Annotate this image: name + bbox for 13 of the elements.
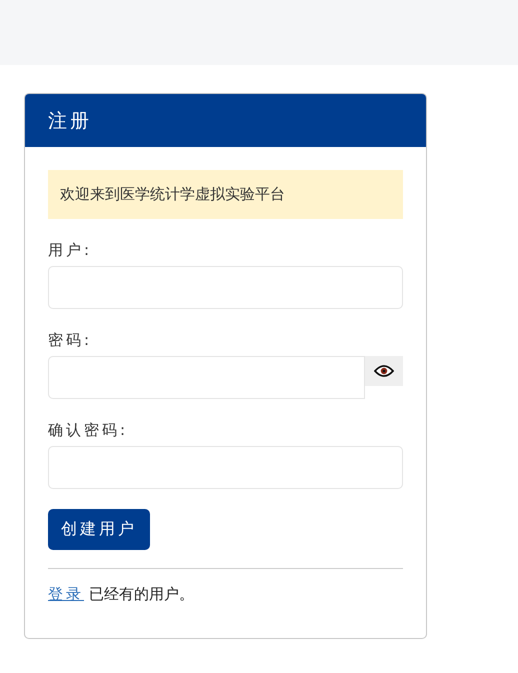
login-link[interactable]: 登录	[48, 585, 84, 604]
show-password-button[interactable]	[365, 356, 403, 386]
password-field[interactable]	[48, 356, 365, 399]
footer-text: 已经有的用户。	[89, 585, 194, 604]
field-label: 用户:	[48, 241, 94, 260]
input-field[interactable]	[48, 266, 403, 309]
eye-icon	[374, 364, 394, 378]
create-user-button[interactable]: 创建用户	[48, 509, 150, 550]
field-label: 密码:	[48, 331, 94, 350]
input-field[interactable]	[48, 446, 403, 489]
card-title: 注册	[48, 108, 92, 134]
welcome-notice: 欢迎来到医学统计学虚拟实验平台	[48, 170, 403, 219]
field-label: 确认密码:	[48, 421, 130, 440]
